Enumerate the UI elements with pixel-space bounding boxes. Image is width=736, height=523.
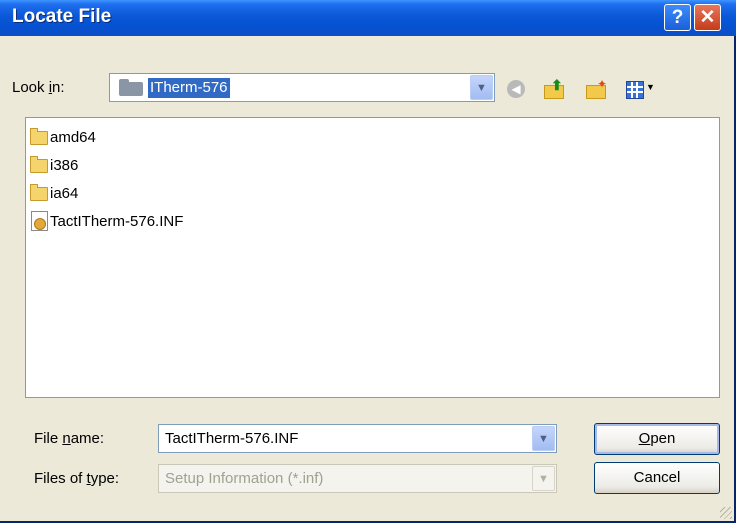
look-in-value: ITherm-576 bbox=[148, 78, 230, 98]
open-button[interactable]: Open bbox=[594, 423, 720, 455]
look-in-label: Look in: bbox=[12, 79, 65, 96]
files-of-type-label: Files of type: bbox=[34, 470, 120, 487]
new-folder-button[interactable]: ✦ bbox=[584, 77, 608, 101]
sparkle-icon: ✦ bbox=[597, 77, 608, 91]
look-in-dropdown[interactable]: ITherm-576 ▼ bbox=[109, 73, 495, 102]
up-one-level-button[interactable]: ⬆ bbox=[542, 77, 566, 101]
folder-icon bbox=[30, 156, 48, 173]
files-of-type-dropdown-button: ▼ bbox=[532, 466, 555, 491]
locate-file-dialog: Locate File ? ✕ Look in: ITherm-576 ▼ ◀ … bbox=[0, 0, 736, 523]
look-in-dropdown-button[interactable]: ▼ bbox=[470, 75, 493, 100]
file-name-value: TactITherm-576.INF bbox=[165, 430, 299, 447]
back-button[interactable]: ◀ bbox=[504, 77, 528, 101]
help-button[interactable]: ? bbox=[664, 4, 691, 31]
folder-icon bbox=[30, 128, 48, 145]
views-menu-button[interactable]: ▼ bbox=[624, 77, 666, 101]
files-of-type-dropdown: Setup Information (*.inf) ▼ bbox=[158, 464, 557, 493]
file-name: TactITherm-576.INF bbox=[50, 213, 184, 230]
file-name: ia64 bbox=[50, 185, 79, 202]
file-name: amd64 bbox=[50, 129, 96, 146]
file-name: i386 bbox=[50, 157, 79, 174]
chevron-down-icon: ▼ bbox=[476, 82, 487, 94]
window-title: Locate File bbox=[12, 6, 112, 27]
resize-grip-icon[interactable] bbox=[720, 507, 732, 519]
title-bar[interactable]: Locate File ? ✕ bbox=[0, 0, 736, 36]
chevron-down-icon: ▼ bbox=[538, 473, 549, 485]
caret-down-icon: ▼ bbox=[646, 82, 655, 92]
file-name-dropdown-button[interactable]: ▼ bbox=[532, 426, 555, 451]
views-menu-icon bbox=[626, 81, 644, 99]
close-button[interactable]: ✕ bbox=[694, 4, 721, 31]
up-arrow-icon: ⬆ bbox=[551, 77, 563, 93]
file-list[interactable]: amd64 i386 ia64 TactITherm-576.INF bbox=[25, 117, 720, 398]
file-name-combo[interactable]: TactITherm-576.INF ▼ bbox=[158, 424, 557, 453]
file-name-label: File name: bbox=[34, 430, 105, 447]
chevron-down-icon: ▼ bbox=[538, 433, 549, 445]
setup-information-file-icon bbox=[31, 211, 48, 231]
cancel-button[interactable]: Cancel bbox=[594, 462, 720, 494]
folder-icon bbox=[119, 79, 143, 96]
folder-icon bbox=[30, 184, 48, 201]
back-icon: ◀ bbox=[507, 80, 525, 98]
files-of-type-value: Setup Information (*.inf) bbox=[165, 470, 324, 487]
